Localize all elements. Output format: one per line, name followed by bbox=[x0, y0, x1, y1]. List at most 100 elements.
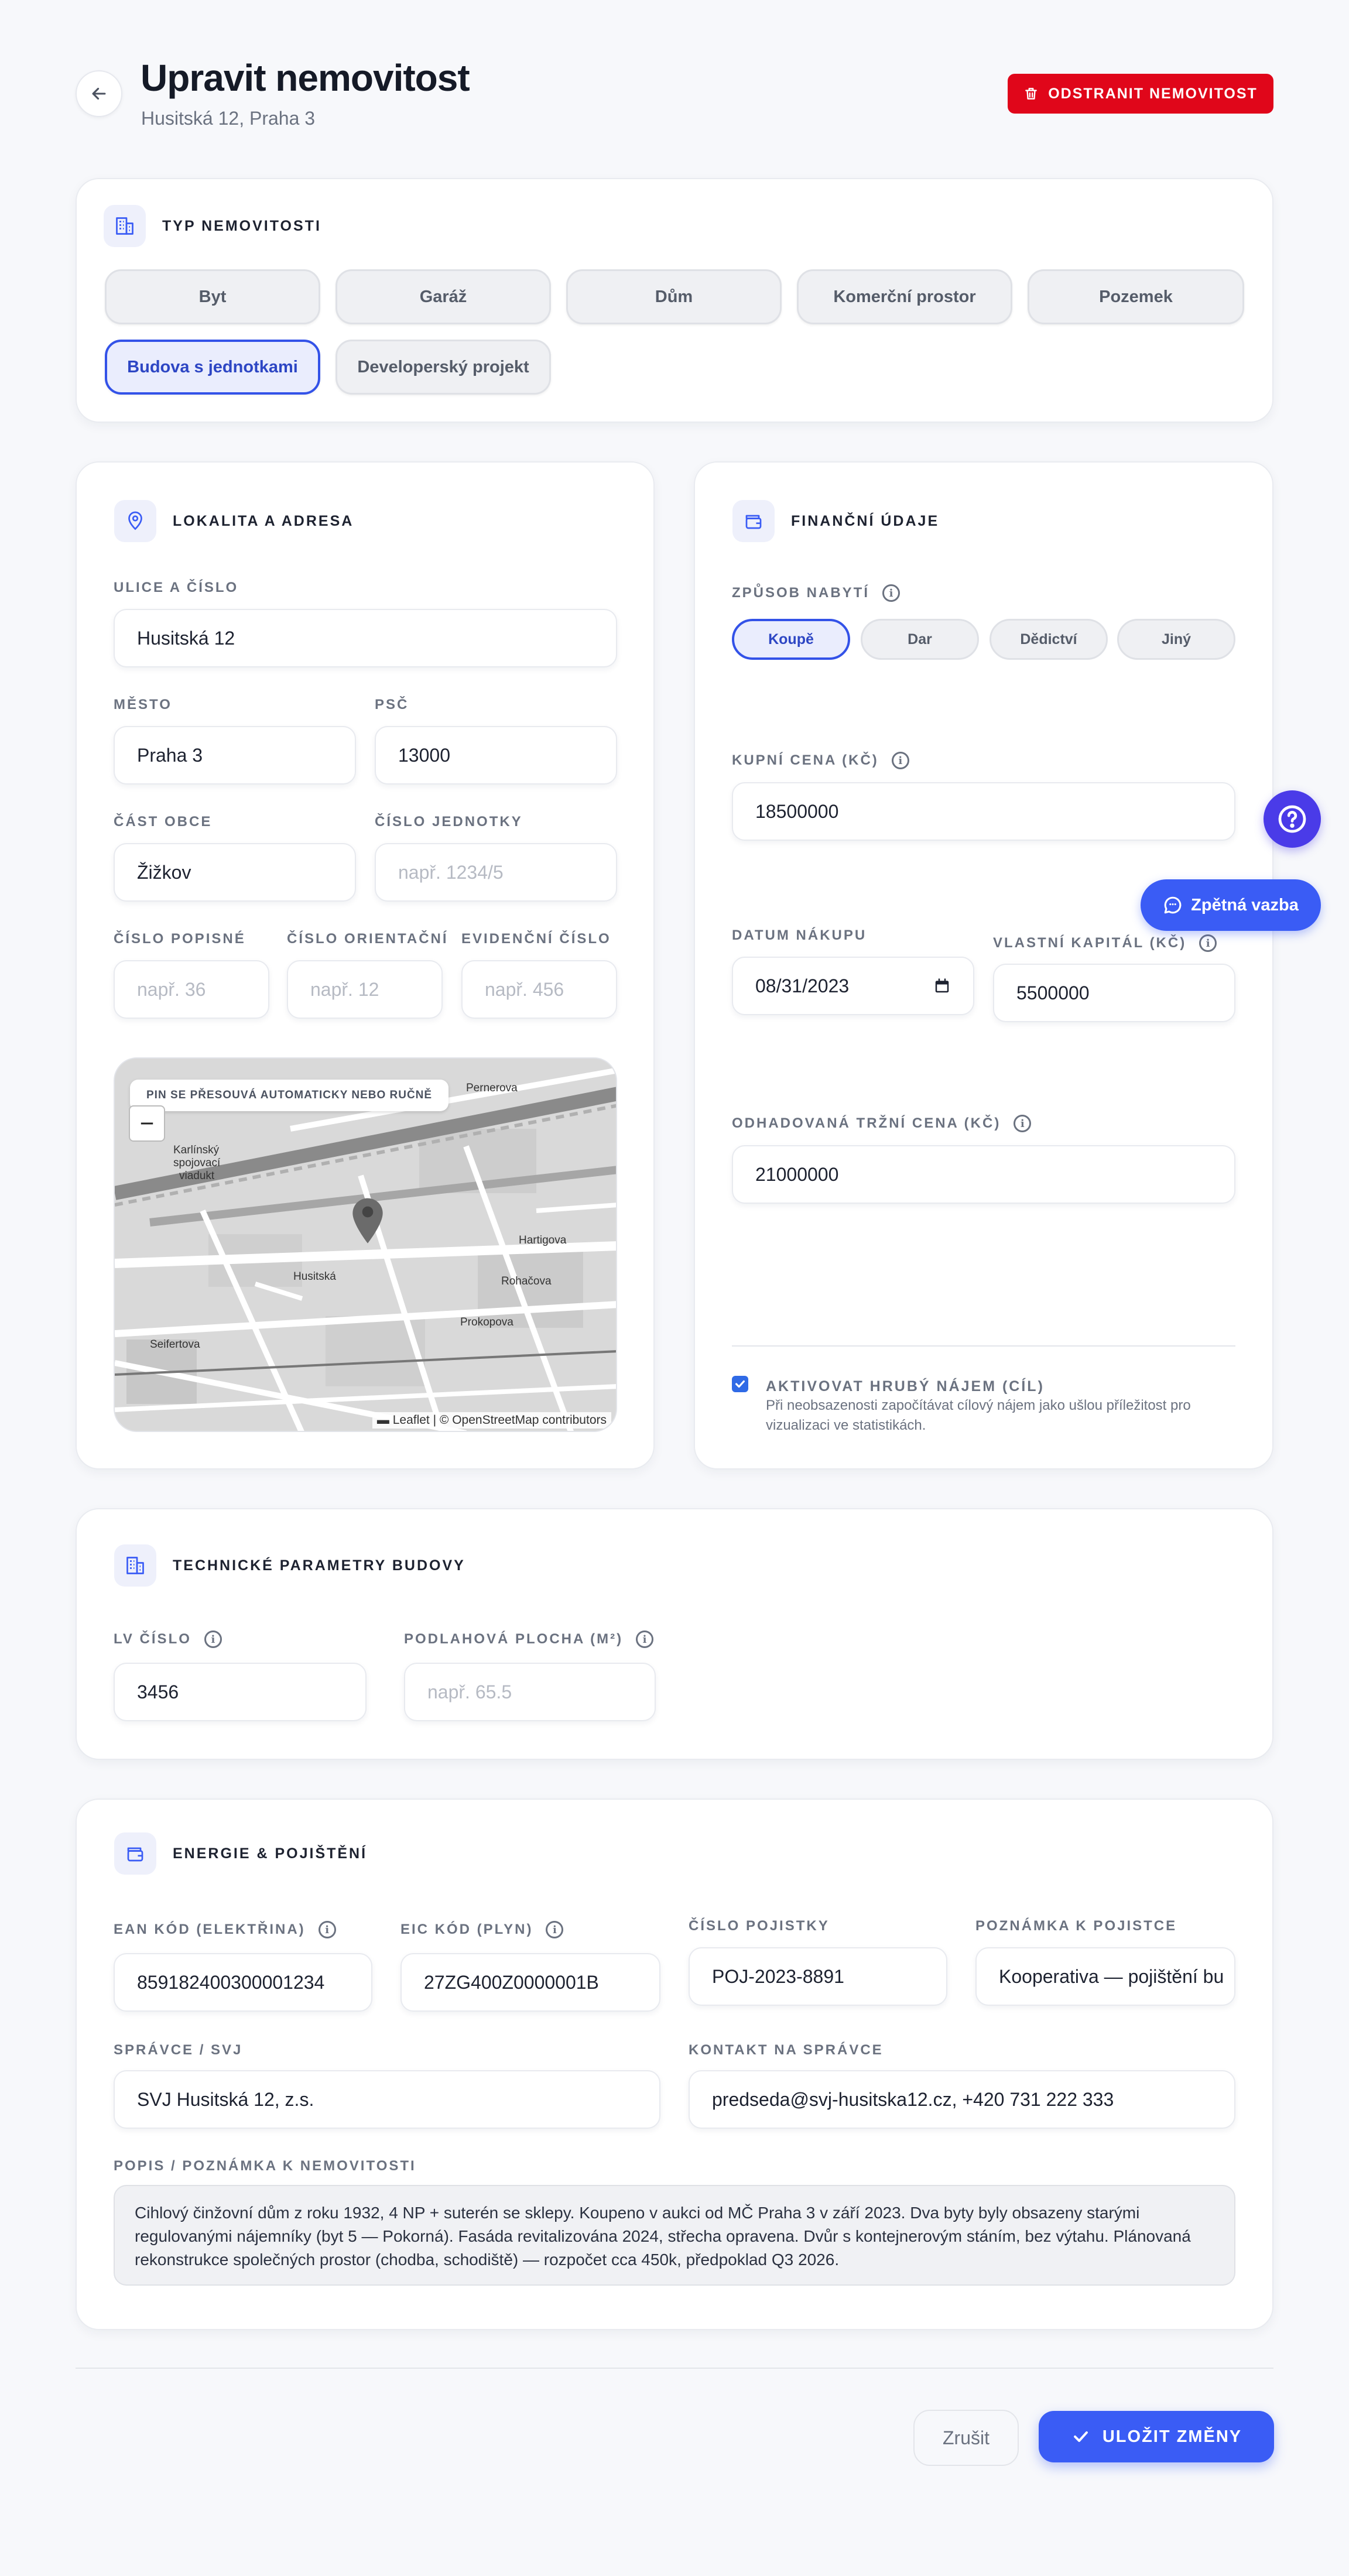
gross-rent-title: AKTIVOVAT HRUBÝ NÁJEM (CÍL) bbox=[766, 1378, 1045, 1395]
purchase-date-label: DATUM NÁKUPU bbox=[732, 927, 867, 943]
feedback-button[interactable]: Zpětná vazba bbox=[1141, 879, 1321, 931]
footer-divider bbox=[76, 2368, 1273, 2369]
street-input[interactable]: Husitská 12 bbox=[114, 609, 617, 667]
location-title: LOKALITA A ADRESA bbox=[173, 512, 354, 529]
arrow-left-icon bbox=[92, 87, 106, 100]
policy-number-input[interactable]: POJ-2023-8891 bbox=[689, 1947, 947, 2006]
calendar-icon[interactable] bbox=[933, 977, 951, 995]
back-button[interactable] bbox=[76, 70, 122, 117]
city-input[interactable]: Praha 3 bbox=[114, 726, 356, 785]
gross-rent-description: Při neobsazenosti započítávat cílový náj… bbox=[766, 1396, 1191, 1436]
ean-input[interactable]: 859182400300001234 bbox=[114, 1953, 372, 2012]
location-header: LOKALITA A ADRESA bbox=[114, 500, 354, 542]
map-attribution: ▬ Leaflet | © OpenStreetMap contributors bbox=[372, 1412, 611, 1429]
type-option-budova[interactable]: Budova s jednotkami bbox=[105, 340, 320, 395]
delete-property-button[interactable]: ODSTRANIT NEMOVITOST bbox=[1008, 74, 1273, 114]
info-icon[interactable]: i bbox=[882, 584, 901, 602]
location-map[interactable]: Karlínský spojovací viadukt Husitská Sei… bbox=[114, 1057, 617, 1432]
price-label-text: KUPNÍ CENA (KČ) bbox=[732, 752, 879, 768]
equity-input[interactable]: 5500000 bbox=[993, 964, 1235, 1022]
purchase-date-input[interactable]: 08/31/2023 bbox=[732, 957, 974, 1015]
market-price-input[interactable]: 21000000 bbox=[732, 1145, 1235, 1204]
manager-contact-label: KONTAKT NA SPRÁVCE bbox=[689, 2042, 884, 2058]
save-button[interactable]: ULOŽIT ZMĚNY bbox=[1039, 2411, 1274, 2462]
gross-rent-desc-line: Při neobsazenosti započítávat cílový náj… bbox=[766, 1397, 1191, 1413]
trash-icon bbox=[1025, 88, 1038, 100]
map-label: Prokopova bbox=[460, 1316, 513, 1328]
zip-input[interactable]: 13000 bbox=[375, 726, 617, 785]
description-textarea[interactable]: Cihlový činžovní dům z roku 1932, 4 NP +… bbox=[114, 2185, 1235, 2286]
wallet-icon bbox=[732, 500, 775, 542]
page-title: Upravit nemovitost bbox=[141, 57, 470, 99]
map-note: PIN SE PŘESOUVÁ AUTOMATICKY NEBO RUČNĚ bbox=[130, 1080, 449, 1111]
orientacni-input[interactable]: např. 12 bbox=[287, 960, 443, 1019]
save-button-label: ULOŽIT ZMĚNY bbox=[1102, 2427, 1242, 2446]
delete-property-label: ODSTRANIT NEMOVITOST bbox=[1048, 85, 1258, 102]
policy-note-label: POZNÁMKA K POJISTCE bbox=[975, 1918, 1177, 1934]
info-icon[interactable]: i bbox=[891, 752, 909, 769]
district-label: ČÁST OBCE bbox=[114, 814, 213, 830]
zip-label: PSČ bbox=[375, 697, 409, 712]
map-label: spojovací bbox=[173, 1157, 221, 1169]
info-icon[interactable]: i bbox=[546, 1921, 564, 1938]
check-icon bbox=[1073, 2431, 1088, 2443]
info-icon[interactable]: i bbox=[1199, 934, 1217, 952]
policy-note-input[interactable]: Kooperativa — pojištění bu bbox=[975, 1947, 1235, 2006]
eic-input[interactable]: 27ZG400Z0000001B bbox=[400, 1953, 660, 2012]
type-option-pozemek[interactable]: Pozemek bbox=[1028, 269, 1244, 324]
chat-icon bbox=[1164, 896, 1182, 914]
type-option-komercni[interactable]: Komerční prostor bbox=[797, 269, 1012, 324]
district-input[interactable]: Žižkov bbox=[114, 843, 356, 902]
info-icon[interactable]: i bbox=[636, 1630, 654, 1648]
type-option-byt[interactable]: Byt bbox=[105, 269, 320, 324]
equity-label-text: VLASTNÍ KAPITÁL (KČ) bbox=[993, 935, 1187, 951]
map-label: Pernerova bbox=[466, 1082, 518, 1094]
eic-label-text: EIC KÓD (PLYN) bbox=[400, 1921, 533, 1937]
wallet-icon bbox=[114, 1832, 156, 1875]
help-button[interactable] bbox=[1264, 790, 1321, 848]
gross-rent-desc-line: vizualizaci ve statistikách. bbox=[766, 1417, 926, 1433]
type-option-dum[interactable]: Dům bbox=[566, 269, 782, 324]
technical-header: TECHNICKÉ PARAMETRY BUDOVY bbox=[114, 1544, 465, 1587]
property-type-title: TYP NEMOVITOSTI bbox=[162, 217, 321, 234]
map-zoom-out-button[interactable]: − bbox=[129, 1105, 165, 1142]
page-subtitle: Husitská 12, Praha 3 bbox=[141, 108, 316, 129]
popisne-input[interactable]: např. 36 bbox=[114, 960, 269, 1019]
question-icon bbox=[1278, 805, 1306, 833]
type-option-developersky[interactable]: Developerský projekt bbox=[335, 340, 551, 395]
manager-input[interactable]: SVJ Husitská 12, z.s. bbox=[114, 2070, 660, 2129]
ean-label: EAN KÓD (ELEKTŘINA) i bbox=[114, 1921, 336, 1938]
manager-contact-input[interactable]: predseda@svj-husitska12.cz, +420 731 222… bbox=[689, 2070, 1235, 2129]
price-label: KUPNÍ CENA (KČ) i bbox=[732, 752, 909, 769]
ean-label-text: EAN KÓD (ELEKTŘINA) bbox=[114, 1921, 306, 1937]
eic-label: EIC KÓD (PLYN) i bbox=[400, 1921, 564, 1938]
price-input[interactable]: 18500000 bbox=[732, 782, 1235, 841]
map-label: Husitská bbox=[293, 1270, 336, 1283]
info-icon[interactable]: i bbox=[318, 1921, 336, 1938]
unit-number-input[interactable]: např. 1234/5 bbox=[375, 843, 617, 902]
type-option-garaz[interactable]: Garáž bbox=[335, 269, 551, 324]
energy-title: ENERGIE & POJIŠTĚNÍ bbox=[173, 1845, 368, 1862]
acquisition-option-dar[interactable]: Dar bbox=[861, 619, 979, 660]
energy-header: ENERGIE & POJIŠTĚNÍ bbox=[114, 1832, 367, 1875]
info-icon[interactable]: i bbox=[1014, 1115, 1032, 1132]
lv-number-label-text: LV ČÍSLO bbox=[114, 1631, 191, 1647]
acquisition-option-dedictvi[interactable]: Dědictví bbox=[990, 619, 1108, 660]
finance-header: FINANČNÍ ÚDAJE bbox=[732, 500, 939, 542]
check-icon bbox=[735, 1380, 745, 1388]
acquisition-option-koupe[interactable]: Koupě bbox=[732, 619, 850, 660]
equity-label: VLASTNÍ KAPITÁL (KČ) i bbox=[993, 934, 1217, 952]
acquisition-option-jiny[interactable]: Jiný bbox=[1117, 619, 1235, 660]
evidencni-input[interactable]: např. 456 bbox=[461, 960, 617, 1019]
floor-area-label-text: PODLAHOVÁ PLOCHA (M²) bbox=[404, 1631, 624, 1647]
lv-number-input[interactable]: 3456 bbox=[114, 1663, 367, 1721]
map-label: viadukt bbox=[179, 1170, 215, 1182]
info-icon[interactable]: i bbox=[204, 1630, 222, 1648]
gross-rent-checkbox[interactable] bbox=[732, 1376, 748, 1392]
cancel-button[interactable]: Zrušit bbox=[913, 2410, 1019, 2466]
orientacni-label: ČÍSLO ORIENTAČNÍ bbox=[287, 931, 448, 947]
property-type-card: TYP NEMOVITOSTI Byt Garáž Dům Komerční p… bbox=[76, 178, 1273, 423]
map-label: Seifertova bbox=[150, 1338, 200, 1351]
floor-area-input[interactable]: např. 65.5 bbox=[404, 1663, 656, 1721]
building-icon bbox=[114, 1544, 156, 1587]
